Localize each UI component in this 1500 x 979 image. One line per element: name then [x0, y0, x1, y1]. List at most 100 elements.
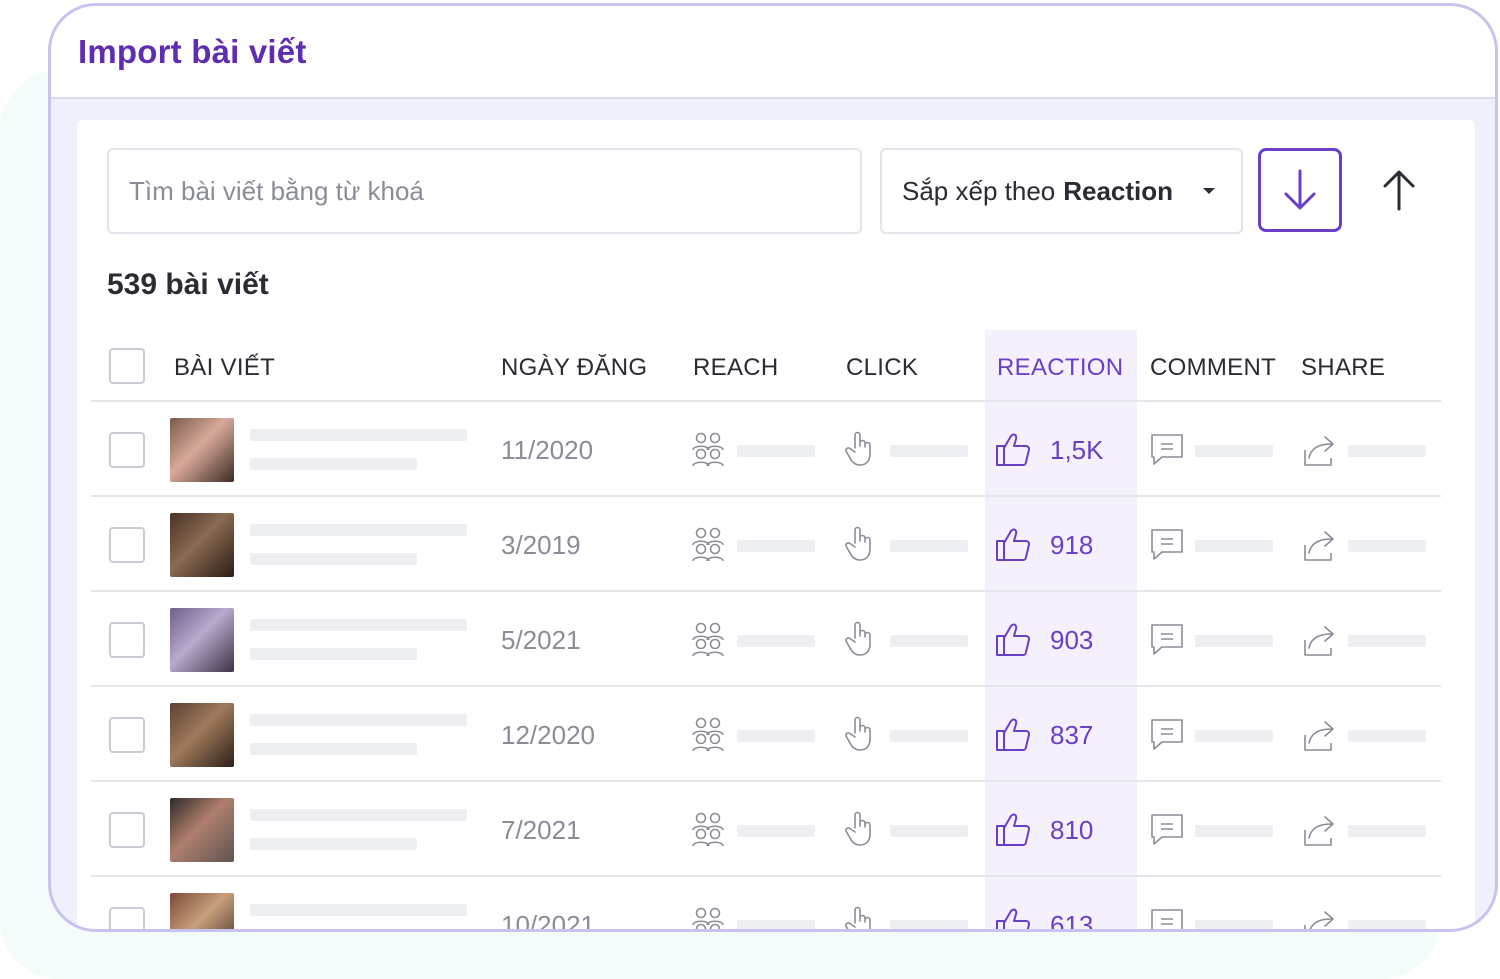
reach-value-placeholder: [737, 730, 815, 742]
header-reach[interactable]: REACH: [693, 354, 779, 382]
post-date: 7/2021: [501, 815, 581, 845]
reach-value-placeholder: [737, 920, 815, 929]
click-icon: [841, 905, 879, 929]
post-title-placeholder: [250, 619, 467, 631]
comment-value-placeholder: [1195, 920, 1273, 929]
header-share[interactable]: SHARE: [1301, 354, 1385, 382]
post-thumbnail: [170, 703, 234, 767]
row-checkbox[interactable]: [109, 527, 145, 563]
posts-panel: Sắp xếp theo Reaction 539 bài viết BÀI V…: [77, 120, 1475, 932]
header-comment[interactable]: COMMENT: [1150, 354, 1276, 382]
post-title-placeholder: [250, 714, 467, 726]
import-window: Import bài viết Sắp xếp theo Reaction 53…: [48, 3, 1498, 932]
comment-value-placeholder: [1195, 730, 1273, 742]
like-icon: [994, 905, 1032, 929]
header-click[interactable]: CLICK: [846, 354, 918, 382]
click-icon: [841, 810, 879, 848]
post-thumbnail: [170, 893, 234, 929]
post-thumbnail: [170, 513, 234, 577]
arrow-up-icon: [1383, 170, 1415, 211]
share-icon: [1301, 620, 1339, 658]
caret-down-icon: [1203, 188, 1215, 194]
row-checkbox[interactable]: [109, 907, 145, 929]
row-checkbox[interactable]: [109, 432, 145, 468]
window-header: Import bài viết: [51, 6, 1495, 99]
post-subtitle-placeholder: [250, 743, 417, 755]
post-count: 539 bài viết: [107, 268, 269, 301]
toolbar: Sắp xếp theo Reaction: [107, 148, 1447, 234]
click-value-placeholder: [890, 635, 968, 647]
reaction-value: 1,5K: [1050, 435, 1104, 465]
post-date: 11/2020: [501, 435, 594, 465]
table-row[interactable]: 5/2021 903: [91, 592, 1441, 687]
reach-value-placeholder: [737, 635, 815, 647]
post-date: 5/2021: [501, 625, 581, 655]
post-title-placeholder: [250, 429, 467, 441]
click-value-placeholder: [890, 730, 968, 742]
comment-value-placeholder: [1195, 825, 1273, 837]
comment-value-placeholder: [1195, 635, 1273, 647]
reaction-value: 613: [1050, 910, 1094, 932]
reach-icon: [689, 525, 727, 563]
posts-table: BÀI VIẾT NGÀY ĐĂNG REACH CLICK REACTION …: [91, 330, 1441, 932]
table-row[interactable]: 11/2020 1,5K: [91, 402, 1441, 497]
post-subtitle-placeholder: [250, 648, 417, 660]
post-subtitle-placeholder: [250, 838, 417, 850]
search-input[interactable]: [107, 148, 862, 234]
comment-icon: [1148, 715, 1186, 753]
share-icon: [1301, 525, 1339, 563]
post-date: 3/2019: [501, 530, 581, 560]
like-icon: [994, 810, 1032, 848]
comment-icon: [1148, 905, 1186, 929]
post-date: 10/2021: [501, 910, 595, 932]
share-value-placeholder: [1348, 540, 1426, 552]
click-icon: [841, 430, 879, 468]
header-reaction[interactable]: REACTION: [997, 354, 1123, 382]
share-value-placeholder: [1348, 635, 1426, 647]
reach-icon: [689, 430, 727, 468]
table-row[interactable]: 10/2021 613: [91, 877, 1441, 932]
share-icon: [1301, 715, 1339, 753]
reach-value-placeholder: [737, 825, 815, 837]
sort-ascending-button[interactable]: [1369, 148, 1429, 232]
comment-icon: [1148, 620, 1186, 658]
sort-dropdown[interactable]: Sắp xếp theo Reaction: [880, 148, 1243, 234]
like-icon: [994, 715, 1032, 753]
header-post[interactable]: BÀI VIẾT: [174, 354, 275, 382]
row-checkbox[interactable]: [109, 717, 145, 753]
share-value-placeholder: [1348, 730, 1426, 742]
click-value-placeholder: [890, 920, 968, 929]
header-date[interactable]: NGÀY ĐĂNG: [501, 354, 647, 382]
post-subtitle-placeholder: [250, 458, 417, 470]
select-all-checkbox[interactable]: [109, 348, 145, 384]
reach-icon: [689, 620, 727, 658]
arrow-down-icon: [1284, 169, 1316, 210]
post-title-placeholder: [250, 809, 467, 821]
share-icon: [1301, 810, 1339, 848]
comment-icon: [1148, 430, 1186, 468]
table-row[interactable]: 12/2020 837: [91, 687, 1441, 782]
reach-icon: [689, 810, 727, 848]
table-row[interactable]: 7/2021 810: [91, 782, 1441, 877]
like-icon: [994, 620, 1032, 658]
post-thumbnail: [170, 418, 234, 482]
reach-value-placeholder: [737, 445, 815, 457]
sort-label: Sắp xếp theo: [902, 175, 1056, 206]
sort-descending-button[interactable]: [1258, 148, 1342, 232]
row-checkbox[interactable]: [109, 622, 145, 658]
reach-value-placeholder: [737, 540, 815, 552]
row-checkbox[interactable]: [109, 812, 145, 848]
reaction-value: 810: [1050, 815, 1094, 845]
click-icon: [841, 525, 879, 563]
share-icon: [1301, 905, 1339, 929]
post-subtitle-placeholder: [250, 553, 417, 565]
table-row[interactable]: 3/2019 918: [91, 497, 1441, 592]
post-thumbnail: [170, 798, 234, 862]
post-thumbnail: [170, 608, 234, 672]
share-value-placeholder: [1348, 920, 1426, 929]
click-value-placeholder: [890, 540, 968, 552]
post-title-placeholder: [250, 524, 467, 536]
reaction-value: 903: [1050, 625, 1094, 655]
reaction-value: 837: [1050, 720, 1094, 750]
click-value-placeholder: [890, 825, 968, 837]
